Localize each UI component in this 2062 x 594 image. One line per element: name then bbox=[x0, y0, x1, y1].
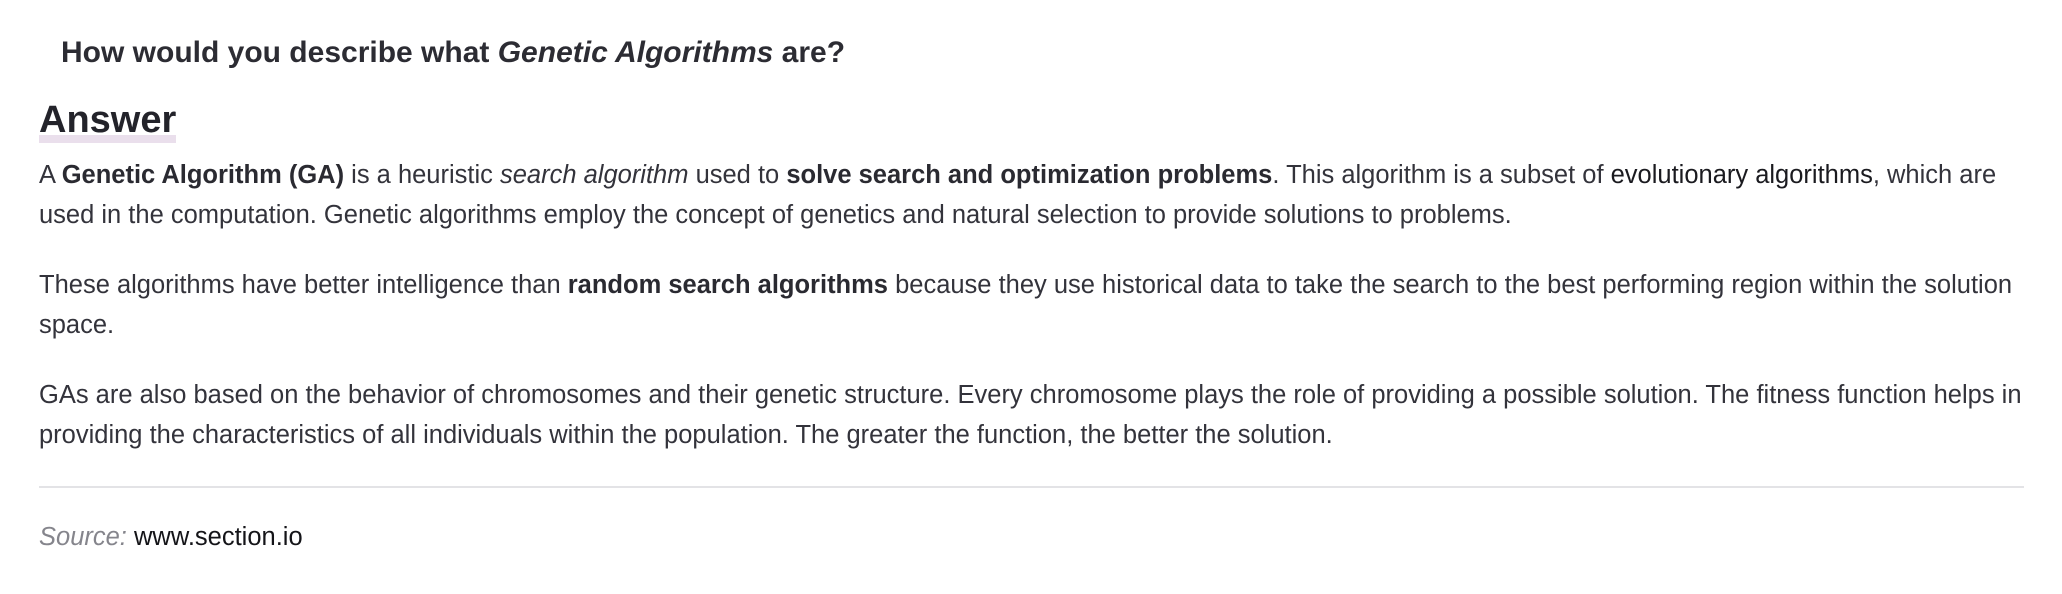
source-label: Source: bbox=[39, 523, 127, 551]
divider bbox=[39, 486, 2024, 488]
question-suffix: are? bbox=[773, 36, 846, 69]
evolutionary-algorithms-link[interactable]: evolutionary algorithms bbox=[1611, 161, 1873, 189]
qa-card: How would you describe what Genetic Algo… bbox=[39, 0, 2024, 554]
answer-paragraph-1: A Genetic Algorithm (GA) is a heuristic … bbox=[39, 155, 2024, 235]
p1-text-2: is a heuristic bbox=[344, 161, 500, 189]
answer-heading: Answer bbox=[39, 97, 177, 143]
question-prefix: How would you describe what bbox=[61, 36, 498, 69]
question-title: How would you describe what Genetic Algo… bbox=[39, 0, 2024, 73]
p1-text-1: A bbox=[39, 161, 62, 189]
answer-paragraph-3: GAs are also based on the behavior of ch… bbox=[39, 381, 2022, 449]
p1-text-4: . This algorithm is a subset of bbox=[1272, 161, 1611, 189]
question-emphasis: Genetic Algorithms bbox=[497, 36, 774, 69]
answer-paragraph-2: These algorithms have better intelligenc… bbox=[39, 265, 2024, 345]
p1-italic-search-algorithm: search algorithm bbox=[499, 161, 689, 189]
p1-bold-term-ga: Genetic Algorithm (GA) bbox=[61, 161, 345, 189]
p1-bold-solve-problems: solve search and optimization problems bbox=[786, 161, 1273, 189]
p2-bold-random-search: random search algorithms bbox=[567, 271, 888, 299]
p2-text-1: These algorithms have better intelligenc… bbox=[39, 271, 568, 299]
p1-text-3: used to bbox=[688, 161, 787, 189]
source-link[interactable]: www.section.io bbox=[134, 523, 303, 551]
source-line: Source: www.section.io bbox=[39, 520, 2024, 554]
